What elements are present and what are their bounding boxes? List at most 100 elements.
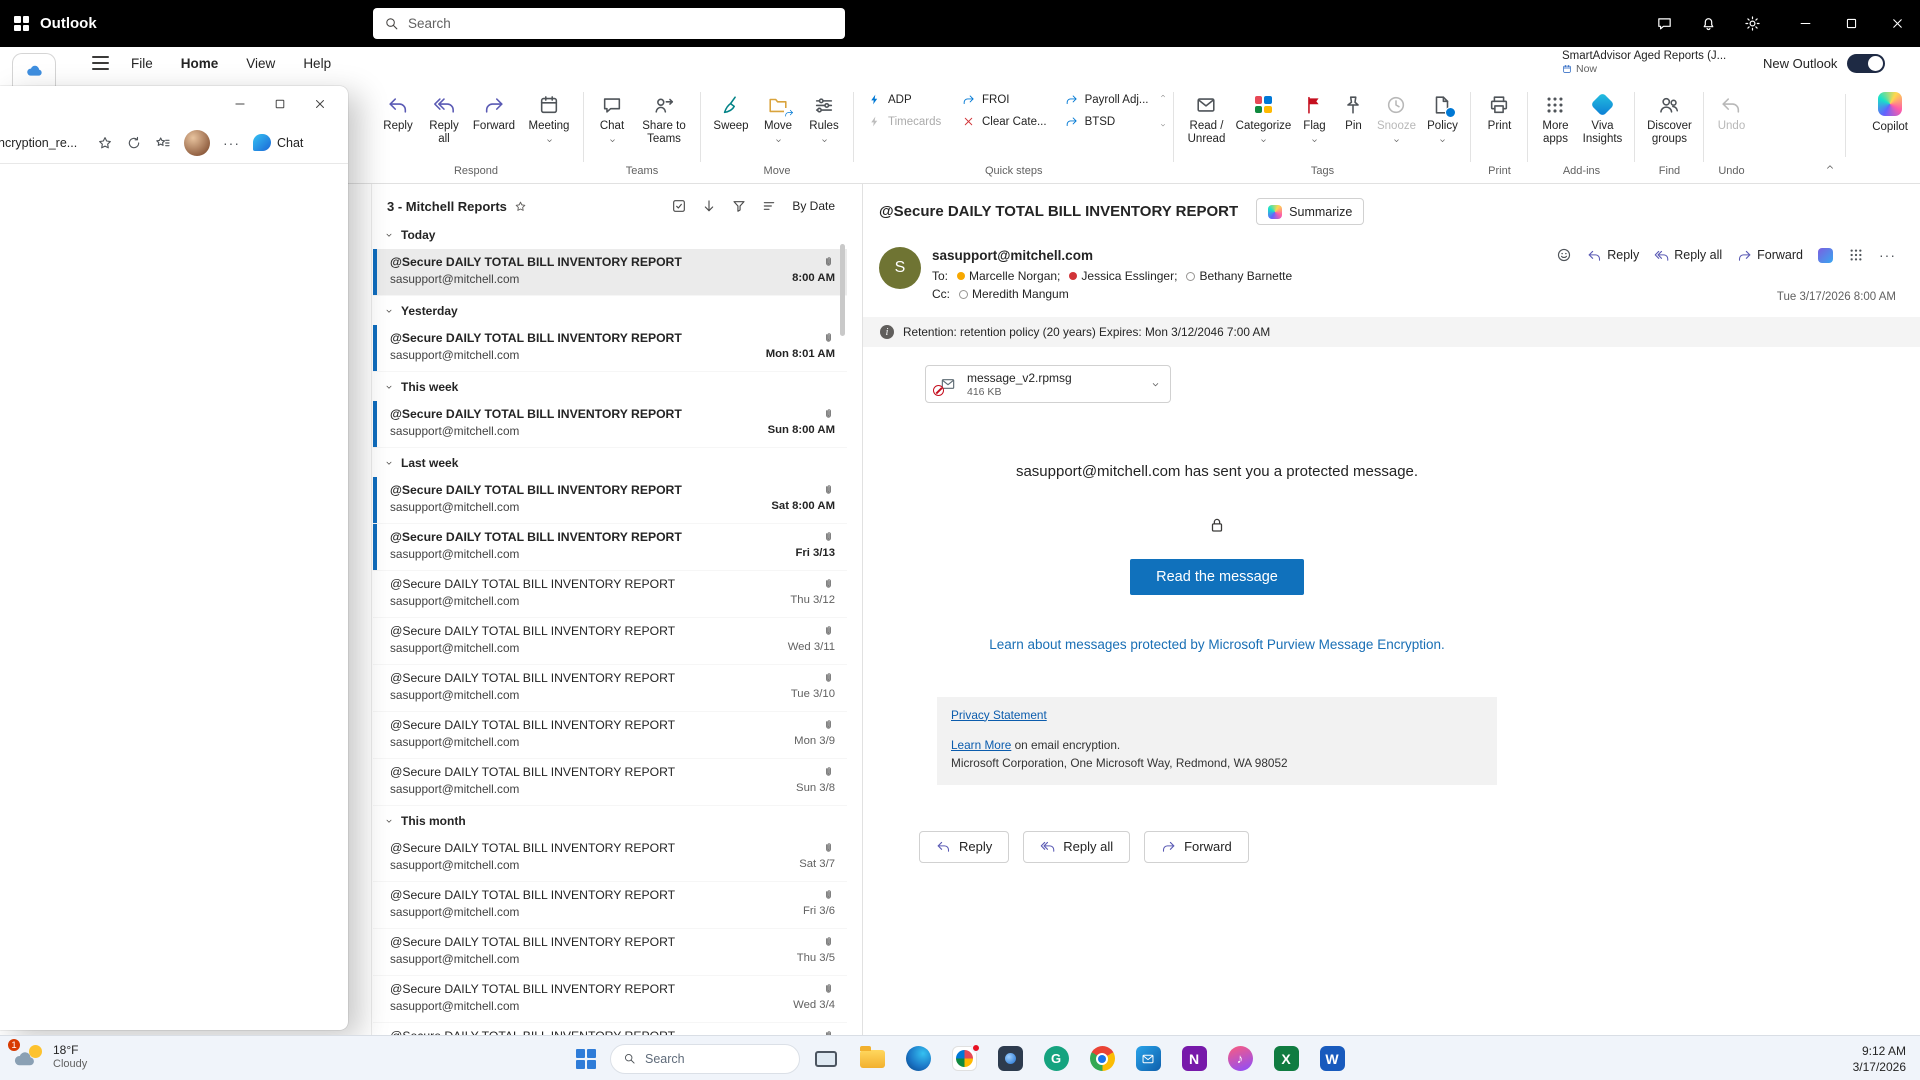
taskbar-search-input[interactable]: Search	[610, 1043, 800, 1074]
minimize-button[interactable]	[1782, 0, 1828, 47]
list-item[interactable]: @Secure DAILY TOTAL BILL INVENTORY REPOR…	[373, 401, 847, 448]
learn-more-link[interactable]: Learn More	[951, 738, 1011, 752]
sort-by-label[interactable]: By Date	[792, 199, 835, 213]
file-explorer-icon[interactable]	[852, 1039, 892, 1079]
sender-email[interactable]: sasupport@mitchell.com	[932, 248, 1093, 263]
filter-icon[interactable]	[731, 198, 747, 214]
favorites-list-icon[interactable]	[155, 135, 171, 151]
quick-step-payroll[interactable]: Payroll Adj...	[1057, 90, 1157, 109]
list-item[interactable]: @Secure DAILY TOTAL BILL INVENTORY REPOR…	[373, 524, 847, 571]
flag-button[interactable]: Flag	[1294, 87, 1334, 150]
forward-button[interactable]: Forward	[467, 87, 521, 138]
list-section-this-month[interactable]: This month	[373, 806, 847, 835]
print-button[interactable]: Print	[1477, 87, 1521, 138]
meeting-button[interactable]: Meeting	[521, 87, 577, 150]
popup-minimize-button[interactable]	[220, 89, 260, 119]
forward-button[interactable]: Forward	[1144, 830, 1249, 863]
word-icon[interactable]: W	[1312, 1039, 1352, 1079]
onenote-icon[interactable]: N	[1174, 1039, 1214, 1079]
music-app-icon[interactable]: ♪	[1220, 1039, 1260, 1079]
read-unread-button[interactable]: Read / Unread	[1180, 87, 1232, 151]
reply-all-button[interactable]: Reply all	[1023, 830, 1131, 863]
settings-gear-icon[interactable]	[1730, 0, 1774, 47]
list-item[interactable]: @Secure DAILY TOTAL BILL INVENTORY REPOR…	[373, 571, 847, 618]
rules-button[interactable]: Rules	[801, 87, 847, 150]
recipient[interactable]: Meredith Mangum	[972, 287, 1069, 301]
list-section-this-week[interactable]: This week	[373, 372, 847, 401]
pin-button[interactable]: Pin	[1334, 87, 1372, 138]
list-item[interactable]: @Secure DAILY TOTAL BILL INVENTORY REPOR…	[373, 618, 847, 665]
recipient[interactable]: Jessica Esslinger;	[1081, 269, 1177, 283]
tab-help[interactable]: Help	[303, 56, 331, 71]
list-section-yesterday[interactable]: Yesterday	[373, 296, 847, 325]
desktop-app-icon[interactable]	[806, 1039, 846, 1079]
sort-icon[interactable]	[761, 198, 777, 214]
sweep-button[interactable]: Sweep	[707, 87, 755, 138]
reply-all-button[interactable]: Reply all	[421, 87, 467, 151]
address-bar-text[interactable]: ncryption_re...	[0, 136, 84, 150]
list-item[interactable]: @Secure DAILY TOTAL BILL INVENTORY REPOR…	[373, 1023, 847, 1035]
popup-close-button[interactable]	[300, 89, 340, 119]
outlook-classic-icon[interactable]	[1128, 1039, 1168, 1079]
taskbar-clock[interactable]: 9:12 AM 3/17/2026	[1853, 1043, 1906, 1075]
list-item[interactable]: @Secure DAILY TOTAL BILL INVENTORY REPOR…	[373, 882, 847, 929]
addin-icon[interactable]	[1818, 247, 1833, 263]
tab-home[interactable]: Home	[181, 56, 219, 71]
copilot-button[interactable]: Copilot	[1872, 92, 1908, 133]
list-item[interactable]: @Secure DAILY TOTAL BILL INVENTORY REPOR…	[373, 759, 847, 806]
reply-button[interactable]: Reply	[919, 830, 1010, 863]
quick-step-btsd[interactable]: BTSD	[1057, 112, 1157, 131]
edge-icon[interactable]	[898, 1039, 938, 1079]
list-item[interactable]: @Secure DAILY TOTAL BILL INVENTORY REPOR…	[373, 929, 847, 976]
tab-view[interactable]: View	[246, 56, 275, 71]
move-button[interactable]: Move	[755, 87, 801, 150]
new-outlook-toggle[interactable]	[1847, 54, 1886, 73]
list-section-today[interactable]: Today	[373, 220, 847, 249]
list-scrollbar[interactable]	[840, 244, 845, 336]
list-item[interactable]: @Secure DAILY TOTAL BILL INVENTORY REPOR…	[373, 976, 847, 1023]
quick-step-froi[interactable]: FROI	[954, 90, 1055, 109]
categorize-button[interactable]: Categorize	[1232, 87, 1294, 150]
refresh-icon[interactable]	[126, 135, 142, 151]
share-to-teams-button[interactable]: Share to Teams	[634, 87, 694, 151]
list-section-last-week[interactable]: Last week	[373, 448, 847, 477]
list-item[interactable]: @Secure DAILY TOTAL BILL INVENTORY REPOR…	[373, 665, 847, 712]
sort-direction-icon[interactable]	[701, 198, 717, 214]
popup-maximize-button[interactable]	[260, 89, 300, 119]
chrome-icon[interactable]	[1082, 1039, 1122, 1079]
weather-widget[interactable]: 1 18°F Cloudy	[6, 1037, 87, 1072]
forward-button[interactable]: Forward	[1737, 248, 1803, 263]
notification-toast[interactable]: SmartAdvisor Aged Reports (J... Now	[1562, 50, 1726, 75]
privacy-statement-link[interactable]: Privacy Statement	[951, 708, 1047, 722]
background-browser-tab[interactable]	[12, 53, 56, 86]
camera-app-icon[interactable]	[990, 1039, 1030, 1079]
app-launcher-icon[interactable]	[14, 16, 29, 31]
start-button[interactable]	[568, 1041, 604, 1077]
quick-step-timecards[interactable]: Timecards	[860, 112, 952, 131]
feedback-icon[interactable]	[1642, 0, 1686, 47]
chat-button[interactable]: Chat	[590, 87, 634, 150]
discover-groups-button[interactable]: Discover groups	[1641, 87, 1697, 151]
more-options-icon[interactable]: ···	[1879, 248, 1896, 262]
hamburger-icon[interactable]	[92, 56, 109, 70]
apps-grid-icon[interactable]	[1848, 247, 1864, 263]
list-item[interactable]: @Secure DAILY TOTAL BILL INVENTORY REPOR…	[373, 712, 847, 759]
purview-learn-link[interactable]: Learn about messages protected by Micros…	[980, 635, 1454, 655]
browser-menu-icon[interactable]: ···	[223, 136, 240, 150]
favorite-star-icon[interactable]	[514, 200, 527, 213]
snooze-button[interactable]: Snooze	[1372, 87, 1420, 150]
reply-button[interactable]: Reply	[1587, 248, 1639, 263]
list-item[interactable]: @Secure DAILY TOTAL BILL INVENTORY REPOR…	[373, 249, 847, 296]
list-item[interactable]: @Secure DAILY TOTAL BILL INVENTORY REPOR…	[373, 835, 847, 882]
list-item[interactable]: @Secure DAILY TOTAL BILL INVENTORY REPOR…	[373, 477, 847, 524]
browser-chat-button[interactable]: Chat	[253, 134, 303, 151]
excel-icon[interactable]: X	[1266, 1039, 1306, 1079]
attachment-chip[interactable]: message_v2.rpmsg 416 KB	[925, 365, 1171, 403]
quick-step-adp[interactable]: ADP	[860, 90, 952, 109]
favorite-star-icon[interactable]	[97, 135, 113, 151]
quick-step-clear-categories[interactable]: Clear Cate...	[954, 112, 1055, 131]
viva-insights-button[interactable]: Viva Insights	[1576, 87, 1628, 151]
titlebar-search-input[interactable]: Search	[373, 8, 845, 39]
collapse-ribbon-icon[interactable]	[1824, 161, 1836, 173]
maximize-button[interactable]	[1828, 0, 1874, 47]
